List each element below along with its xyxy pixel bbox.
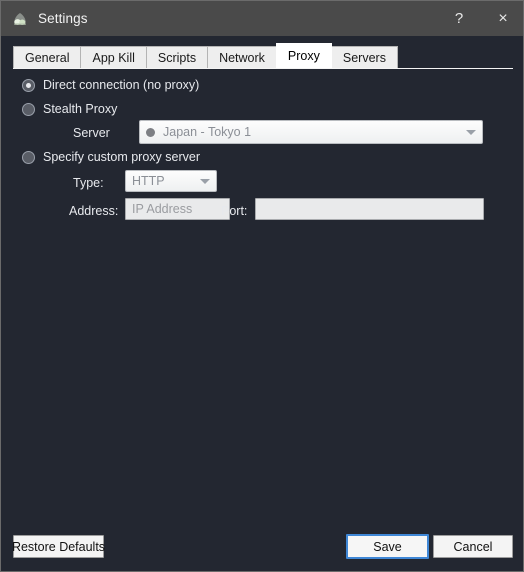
tab-scripts[interactable]: Scripts (145, 46, 209, 68)
proxy-settings-panel: Direct connection (no proxy) Stealth Pro… (1, 69, 523, 527)
server-label: Server (73, 126, 110, 140)
restore-defaults-button[interactable]: Restore Defaults (12, 535, 105, 558)
address-input[interactable]: IP Address (125, 198, 230, 220)
radio-stealth-proxy[interactable]: Stealth Proxy (22, 102, 117, 116)
radio-direct-connection[interactable]: Direct connection (no proxy) (22, 78, 199, 92)
type-label: Type: (73, 176, 104, 190)
port-input[interactable] (255, 198, 484, 220)
radio-indicator-direct[interactable] (22, 78, 35, 92)
tab-app-kill[interactable]: App Kill (80, 46, 147, 68)
chevron-down-icon (200, 178, 210, 184)
radio-custom-proxy[interactable]: Specify custom proxy server (22, 150, 200, 164)
port-label: Port: (221, 204, 248, 218)
settings-window: Settings ? × General App Kill Scripts Ne… (0, 0, 524, 572)
server-value: Japan - Tokyo 1 (163, 125, 252, 139)
radio-indicator-custom[interactable] (22, 150, 35, 164)
cloud-icon (11, 10, 29, 28)
type-value: HTTP (132, 174, 165, 188)
server-status-icon (146, 127, 155, 137)
type-dropdown[interactable]: HTTP (125, 170, 217, 192)
radio-label-stealth: Stealth Proxy (43, 102, 118, 116)
radio-label-custom: Specify custom proxy server (43, 150, 200, 164)
radio-indicator-stealth[interactable] (22, 102, 35, 116)
tab-network[interactable]: Network (207, 46, 277, 68)
cancel-button[interactable]: Cancel (433, 535, 513, 558)
tab-general[interactable]: General (13, 46, 82, 68)
tab-bar: General App Kill Scripts Network Proxy S… (13, 43, 398, 68)
close-button[interactable]: × (481, 1, 523, 36)
footer-bar: Restore Defaults Save Cancel (1, 525, 523, 571)
address-label: Address: (69, 204, 119, 218)
tab-proxy[interactable]: Proxy (275, 43, 332, 68)
help-button[interactable]: ? (437, 1, 481, 36)
save-button[interactable]: Save (346, 534, 429, 559)
server-dropdown[interactable]: Japan - Tokyo 1 (139, 120, 483, 144)
tab-servers[interactable]: Servers (330, 46, 398, 68)
window-title: Settings (38, 11, 88, 26)
title-bar: Settings ? × (1, 1, 523, 36)
chevron-down-icon (466, 129, 476, 135)
radio-label-direct: Direct connection (no proxy) (43, 78, 200, 92)
